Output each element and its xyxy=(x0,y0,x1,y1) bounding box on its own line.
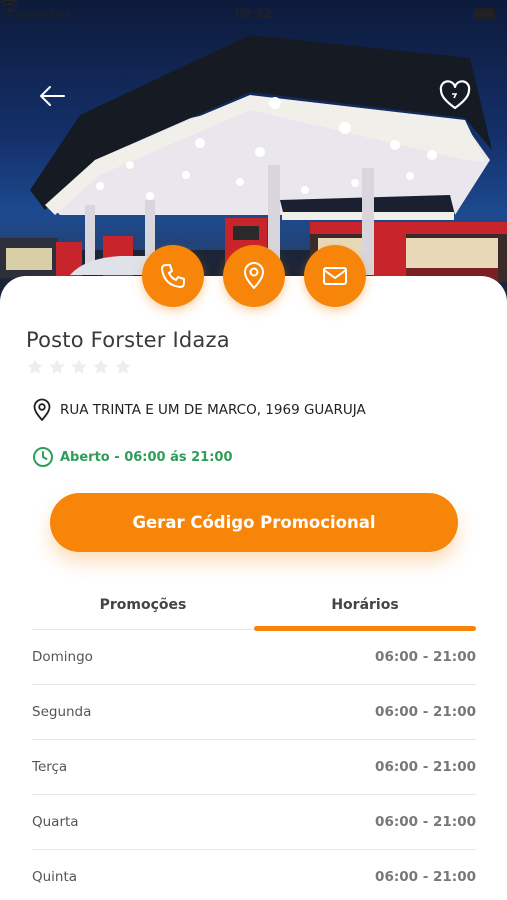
rating-stars xyxy=(26,358,132,376)
map-button[interactable] xyxy=(223,245,285,307)
heart-icon xyxy=(439,80,471,110)
tab-horarios[interactable]: Horários xyxy=(254,590,476,630)
star-icon xyxy=(71,359,87,374)
schedule-row: Terça 06:00 - 21:00 xyxy=(32,740,476,795)
star-icon xyxy=(93,359,109,374)
location-pin-icon xyxy=(33,398,51,421)
star-icon xyxy=(27,359,43,374)
schedule-time: 06:00 - 21:00 xyxy=(375,649,476,665)
call-button[interactable] xyxy=(142,245,204,307)
tab-bar: Promoções Horários xyxy=(32,590,476,631)
schedule-day: Quinta xyxy=(32,869,78,885)
schedule-row: Quinta 06:00 - 21:00 xyxy=(32,850,476,900)
mail-icon xyxy=(323,267,347,285)
star-icon xyxy=(115,359,131,374)
arrow-left-icon xyxy=(40,86,65,106)
schedule-time: 06:00 - 21:00 xyxy=(375,759,476,775)
address-row: RUA TRINTA E UM DE MARCO, 1969 GUARUJA xyxy=(32,398,366,422)
schedule-row: Quarta 06:00 - 21:00 xyxy=(32,795,476,850)
battery-icon xyxy=(473,8,495,19)
schedule-time: 06:00 - 21:00 xyxy=(375,869,476,885)
phone-icon xyxy=(161,264,185,288)
schedule-day: Terça xyxy=(32,759,68,775)
opening-hours-text: Aberto - 06:00 ás 21:00 xyxy=(60,449,233,465)
opening-hours-row: Aberto - 06:00 ás 21:00 xyxy=(32,446,233,468)
tab-promocoes[interactable]: Promoções xyxy=(32,590,254,630)
schedule-day: Segunda xyxy=(32,704,92,720)
schedule-row: Domingo 06:00 - 21:00 xyxy=(32,630,476,685)
station-name: Posto Forster Idaza xyxy=(26,328,230,352)
schedule-row: Segunda 06:00 - 21:00 xyxy=(32,685,476,740)
generate-promo-code-button[interactable]: Gerar Código Promocional xyxy=(50,493,458,552)
map-pin-icon xyxy=(244,262,264,289)
clock-time: 09:32 xyxy=(235,5,272,21)
back-button[interactable] xyxy=(36,82,68,110)
star-icon xyxy=(49,359,65,374)
address-text: RUA TRINTA E UM DE MARCO, 1969 GUARUJA xyxy=(60,402,366,418)
schedule-time: 06:00 - 21:00 xyxy=(375,814,476,830)
favorite-button[interactable] xyxy=(438,80,472,112)
email-button[interactable] xyxy=(304,245,366,307)
clock-icon xyxy=(33,447,53,467)
schedule-list: Domingo 06:00 - 21:00 Segunda 06:00 - 21… xyxy=(32,630,476,900)
status-bar: Operadora 09:32 xyxy=(0,0,507,28)
schedule-day: Quarta xyxy=(32,814,79,830)
schedule-day: Domingo xyxy=(32,649,93,665)
schedule-time: 06:00 - 21:00 xyxy=(375,704,476,720)
